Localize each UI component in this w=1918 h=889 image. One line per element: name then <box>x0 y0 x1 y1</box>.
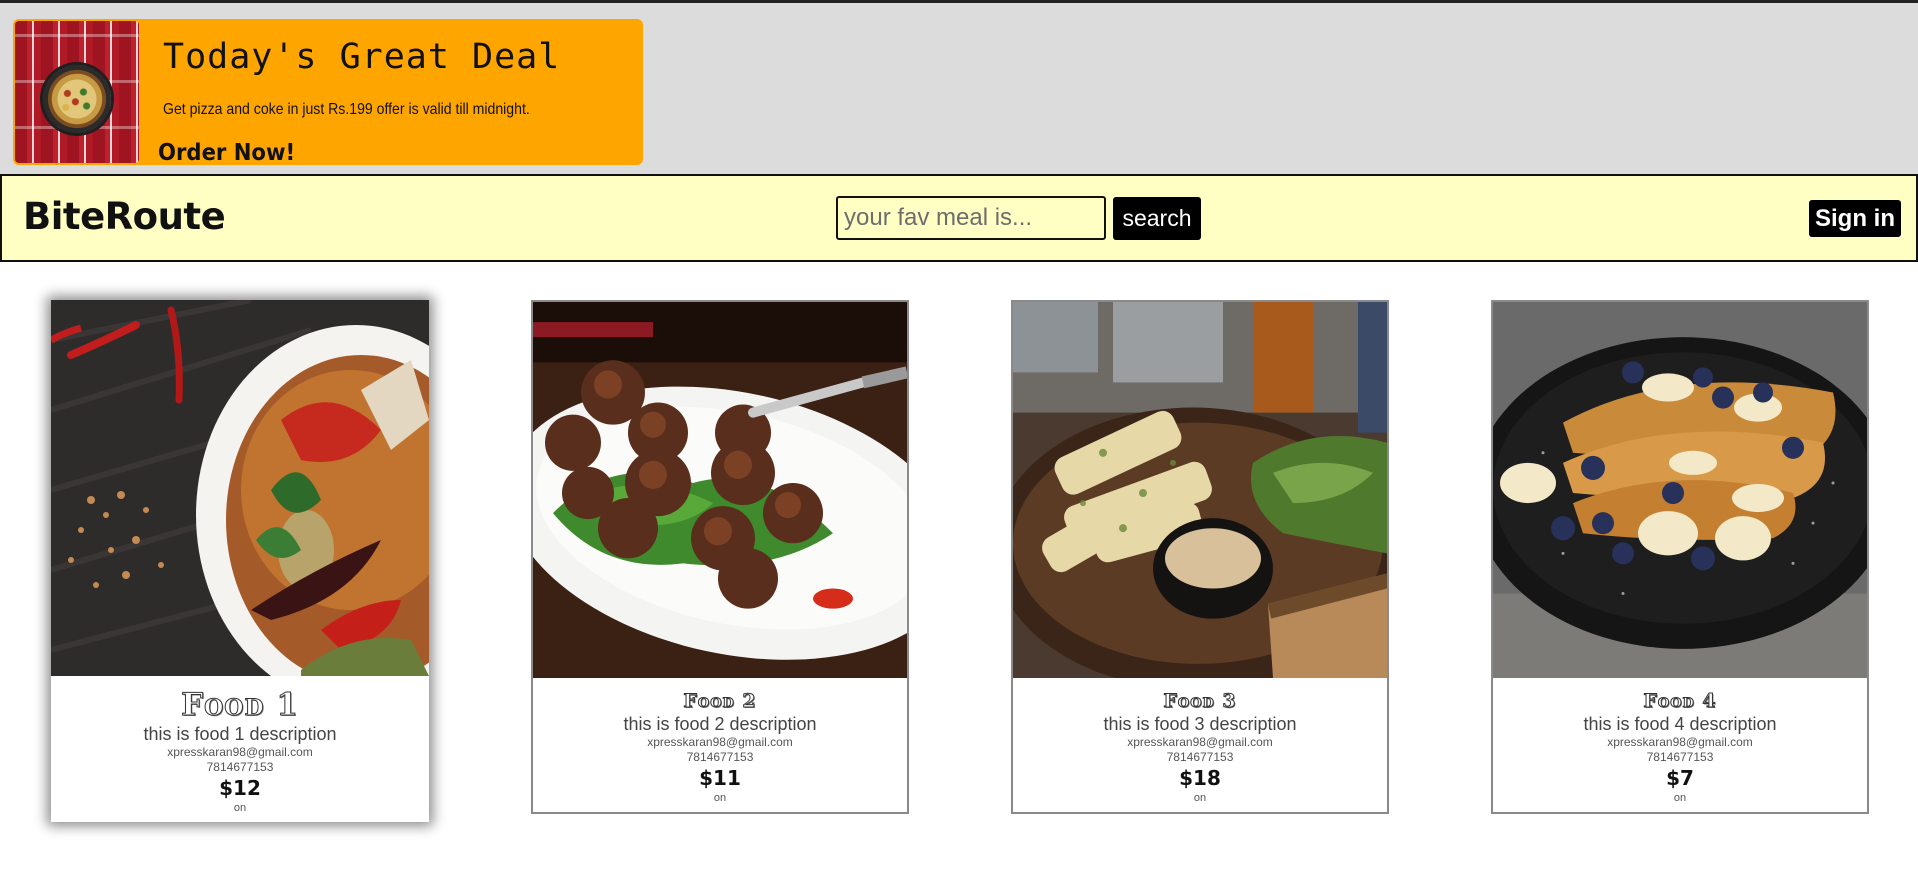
pizza-coke-image <box>15 21 139 163</box>
search-input[interactable] <box>836 196 1106 240</box>
card-phone: 7814677153 <box>686 750 754 764</box>
card-status: on <box>1673 792 1687 804</box>
card-email: xpresskaran98@gmail.com <box>167 745 313 759</box>
card-price: $11 <box>699 766 741 790</box>
food-card-4[interactable]: Food 4 this is food 4 description xpress… <box>1491 300 1869 814</box>
food-card-3[interactable]: Food 3 this is food 3 description xpress… <box>1011 300 1389 814</box>
card-email: xpresskaran98@gmail.com <box>647 735 793 749</box>
card-status: on <box>1193 792 1207 804</box>
card-price: $12 <box>219 776 261 800</box>
order-now-link[interactable]: Order Now! <box>158 140 295 165</box>
card-description: this is food 4 description <box>1583 714 1777 734</box>
card-title: Food 4 <box>1643 690 1717 712</box>
navbar: BiteRoute search Sign in <box>0 174 1918 262</box>
search-button[interactable]: search <box>1113 197 1201 240</box>
deal-title: Today's Great Deal <box>163 37 561 77</box>
card-description: this is food 2 description <box>623 714 817 734</box>
deal-text: Get pizza and coke in just Rs.199 offer … <box>163 101 530 118</box>
top-banner-area: Today's Great Deal Get pizza and coke in… <box>0 0 1918 174</box>
card-title: Food 2 <box>683 690 757 712</box>
deal-banner[interactable]: Today's Great Deal Get pizza and coke in… <box>13 19 643 165</box>
card-description: this is food 1 description <box>143 724 337 744</box>
food-3-image <box>1013 302 1387 678</box>
brand-logo[interactable]: BiteRoute <box>23 195 226 238</box>
food-4-image <box>1493 302 1867 678</box>
card-description: this is food 3 description <box>1103 714 1297 734</box>
card-title: Food 3 <box>1163 690 1237 712</box>
pizza-icon <box>43 65 111 133</box>
food-card-1[interactable]: Food 1 this is food 1 description xpress… <box>51 300 429 822</box>
card-phone: 7814677153 <box>206 760 274 774</box>
card-email: xpresskaran98@gmail.com <box>1127 735 1273 749</box>
card-price: $7 <box>1666 766 1694 790</box>
card-phone: 7814677153 <box>1166 750 1234 764</box>
card-price: $18 <box>1179 766 1221 790</box>
card-title: Food 1 <box>181 687 299 723</box>
food-2-image <box>533 302 907 678</box>
card-status: on <box>233 802 247 814</box>
food-1-image <box>51 300 429 676</box>
food-card-2[interactable]: Food 2 this is food 2 description xpress… <box>531 300 909 814</box>
card-email: xpresskaran98@gmail.com <box>1607 735 1753 749</box>
sign-in-button[interactable]: Sign in <box>1809 200 1901 237</box>
card-status: on <box>713 792 727 804</box>
card-phone: 7814677153 <box>1646 750 1714 764</box>
